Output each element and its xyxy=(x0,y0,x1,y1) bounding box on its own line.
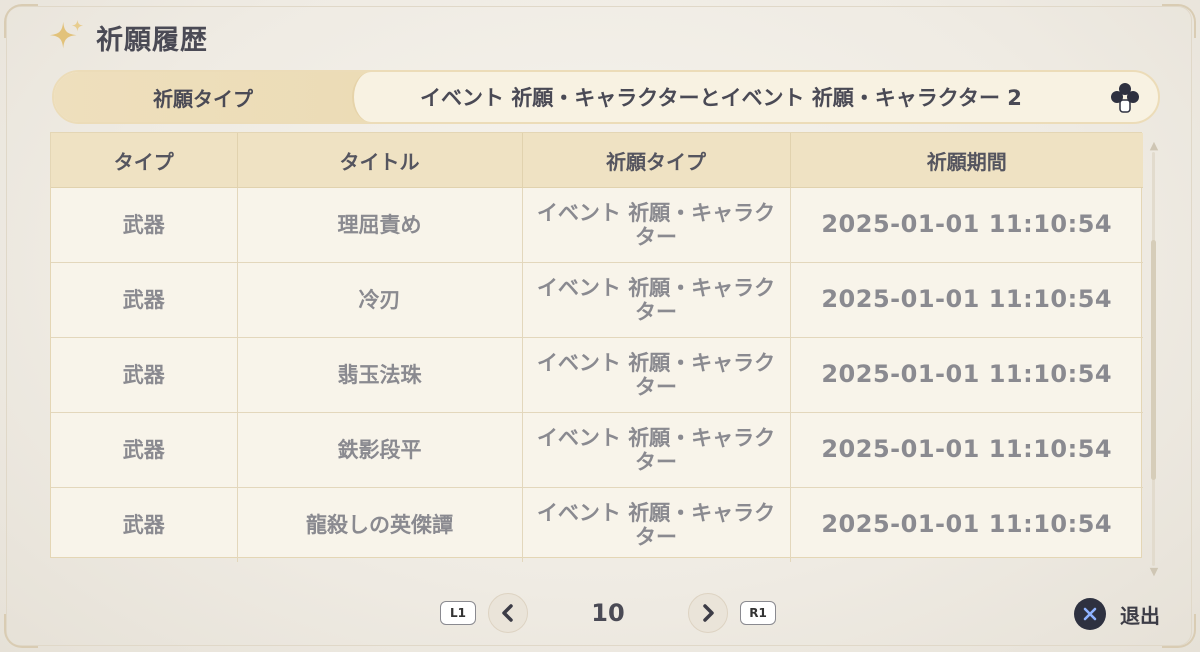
exit-button[interactable]: 退出 xyxy=(1074,598,1160,630)
cell-gacha-type: イベント 祈願・キャラクター xyxy=(522,262,791,338)
pagination: L1 10 R1 xyxy=(440,592,776,634)
cell-time: 2025-01-01 11:10:54 xyxy=(790,412,1143,488)
table-row: 武器 翡玉法珠 イベント 祈願・キャラクター 2025-01-01 11:10:… xyxy=(51,337,1143,413)
corner-ornament xyxy=(4,4,38,38)
cell-type: 武器 xyxy=(51,487,238,562)
column-header-title: タイトル xyxy=(237,133,523,188)
l1-key-badge: L1 xyxy=(440,601,476,625)
table-row: 武器 冷刃 イベント 祈願・キャラクター 2025-01-01 11:10:54 xyxy=(51,262,1143,338)
history-window: 祈願履歴 祈願タイプ イベント 祈願・キャラクターとイベント 祈願・キャラクター… xyxy=(0,0,1200,652)
cell-type: 武器 xyxy=(51,187,238,263)
history-table: タイプ タイトル 祈願タイプ 祈願期間 武器 理屈責め イベント 祈願・キャラク… xyxy=(50,132,1143,562)
exit-label: 退出 xyxy=(1120,603,1160,628)
cell-type: 武器 xyxy=(51,262,238,338)
column-header-type: タイプ xyxy=(51,133,238,188)
page-number: 10 xyxy=(591,599,625,627)
table-row: 武器 龍殺しの英傑譚 イベント 祈願・キャラクター 2025-01-01 11:… xyxy=(51,487,1143,562)
table-scrollbar[interactable]: ▲ ▼ xyxy=(1149,140,1159,578)
cell-title: 鉄影段平 xyxy=(237,412,523,488)
cell-title: 冷刃 xyxy=(237,262,523,338)
cell-title: 翡玉法珠 xyxy=(237,337,523,413)
cross-button-icon[interactable] xyxy=(1074,598,1106,630)
corner-ornament xyxy=(1162,614,1196,648)
cell-time: 2025-01-01 11:10:54 xyxy=(790,337,1143,413)
header: 祈願履歴 xyxy=(48,16,208,58)
sparkle-icon xyxy=(49,19,84,49)
chevron-right-icon xyxy=(703,604,714,622)
cell-title: 理屈責め xyxy=(237,187,523,263)
scroll-down-icon[interactable]: ▼ xyxy=(1149,566,1159,578)
table-row: 武器 鉄影段平 イベント 祈願・キャラクター 2025-01-01 11:10:… xyxy=(51,412,1143,488)
chevron-left-icon xyxy=(502,604,513,622)
scroll-thumb[interactable] xyxy=(1151,240,1156,480)
cell-type: 武器 xyxy=(51,412,238,488)
cell-time: 2025-01-01 11:10:54 xyxy=(821,510,1113,539)
column-header-time: 祈願期間 xyxy=(790,133,1143,188)
prev-page-button[interactable] xyxy=(488,593,528,633)
cell-time: 2025-01-01 11:10:54 xyxy=(790,187,1143,263)
next-page-button[interactable] xyxy=(688,593,728,633)
corner-ornament xyxy=(1162,4,1196,38)
scroll-up-icon[interactable]: ▲ xyxy=(1149,140,1159,152)
gacha-type-filter[interactable]: 祈願タイプ イベント 祈願・キャラクターとイベント 祈願・キャラクター 2 xyxy=(52,70,1160,124)
cross-icon xyxy=(1083,607,1097,621)
filter-label: 祈願タイプ xyxy=(153,86,253,111)
table-header-row: タイプ タイトル 祈願タイプ 祈願期間 xyxy=(51,133,1143,188)
filter-label-box: 祈願タイプ xyxy=(54,72,390,122)
cell-gacha-type: イベント 祈願・キャラクター xyxy=(522,337,791,413)
page-title: 祈願履歴 xyxy=(96,24,208,56)
filter-selected-value[interactable]: イベント 祈願・キャラクターとイベント 祈願・キャラクター 2 xyxy=(372,82,1108,112)
cell-gacha-type: イベント 祈願・キャラクター xyxy=(522,412,791,488)
table-row: 武器 理屈責め イベント 祈願・キャラクター 2025-01-01 11:10:… xyxy=(51,187,1143,263)
cell-title: 龍殺しの英傑譚 xyxy=(237,487,523,562)
cell-gacha-type: イベント 祈願・キャラクター xyxy=(522,487,791,562)
cell-gacha-type: イベント 祈願・キャラクター xyxy=(522,187,791,263)
cell-type: 武器 xyxy=(51,337,238,413)
dpad-icon[interactable] xyxy=(1108,80,1142,114)
r1-key-badge: R1 xyxy=(740,601,776,625)
cell-time: 2025-01-01 11:10:54 xyxy=(790,262,1143,338)
column-header-gacha-type: 祈願タイプ xyxy=(522,133,791,188)
corner-ornament xyxy=(4,614,38,648)
